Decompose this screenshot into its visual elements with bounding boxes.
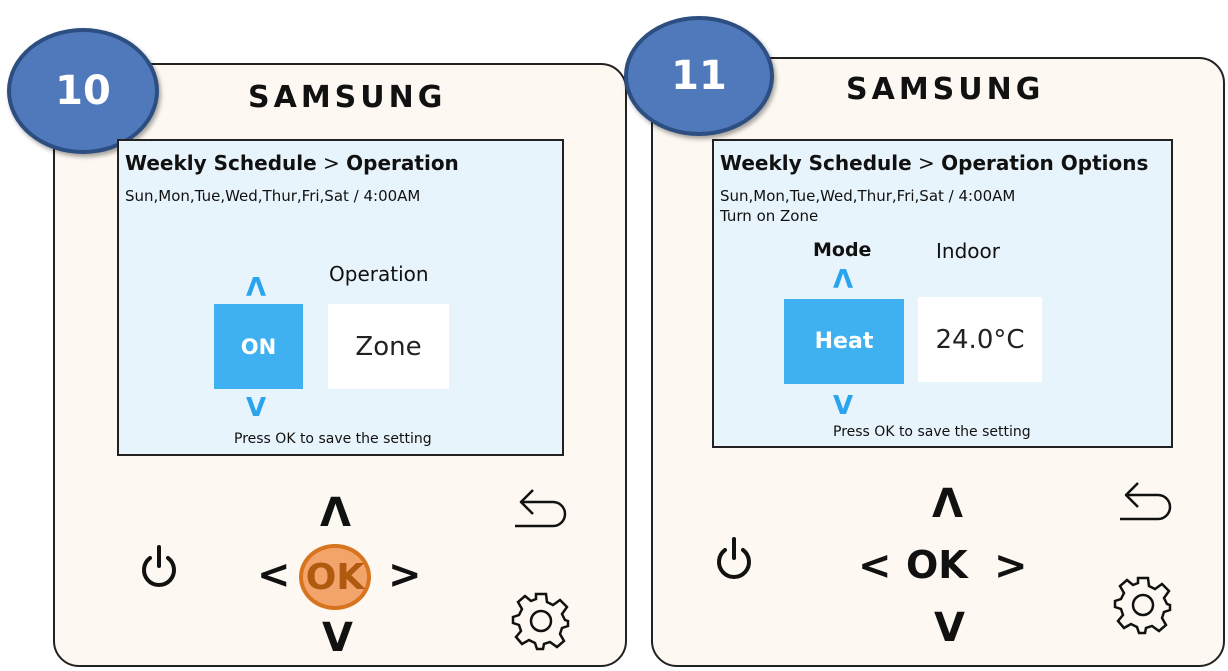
back-arrow-icon[interactable] [1114,475,1174,527]
step-badge: 10 [7,28,159,154]
display-screen: Weekly Schedule > Operation Sun,Mon,Tue,… [117,139,564,456]
ok-button-highlighted[interactable]: OK [299,544,371,610]
back-arrow-icon[interactable] [509,482,569,534]
ok-button[interactable]: OK [906,546,968,584]
operation-label: Operation [329,262,429,286]
operation-mode-field[interactable]: Zone [328,304,449,389]
nav-down-button[interactable]: V [322,618,353,658]
save-hint: Press OK to save the setting [833,424,1031,440]
operation-state-selector[interactable]: ON [214,304,303,389]
mode-selector[interactable]: Heat [784,299,904,384]
brand-logo: SAMSUNG [248,80,447,115]
gear-icon[interactable] [1112,574,1174,636]
chevron-up-icon[interactable]: Λ [833,267,853,293]
mode-label: Mode [813,239,872,261]
nav-up-button[interactable]: Λ [320,493,351,533]
display-screen: Weekly Schedule > Operation Options Sun,… [712,139,1173,448]
save-hint: Press OK to save the setting [234,431,432,447]
brand-logo: SAMSUNG [846,72,1045,107]
nav-left-button[interactable]: < [257,555,291,595]
chevron-up-icon[interactable]: Λ [246,275,266,301]
power-icon[interactable] [139,542,179,590]
screen-title: Weekly Schedule > Operation Options [720,151,1149,175]
nav-right-button[interactable]: > [994,546,1028,586]
step-badge: 11 [624,16,774,136]
screen-title: Weekly Schedule > Operation [125,151,459,175]
chevron-down-icon[interactable]: V [246,395,266,421]
nav-down-button[interactable]: V [934,608,965,648]
nav-left-button[interactable]: < [858,546,892,586]
indoor-temperature-field[interactable]: 24.0°C [918,297,1042,382]
schedule-days: Sun,Mon,Tue,Wed,Thur,Fri,Sat / 4:00AM [125,187,421,205]
schedule-extra-info: Turn on Zone [720,207,819,225]
gear-icon[interactable] [510,590,572,652]
schedule-days: Sun,Mon,Tue,Wed,Thur,Fri,Sat / 4:00AM [720,187,1016,205]
nav-right-button[interactable]: > [388,555,422,595]
chevron-down-icon[interactable]: V [833,393,853,419]
indoor-label: Indoor [936,239,1000,263]
power-icon[interactable] [714,534,754,582]
nav-up-button[interactable]: Λ [932,484,963,524]
